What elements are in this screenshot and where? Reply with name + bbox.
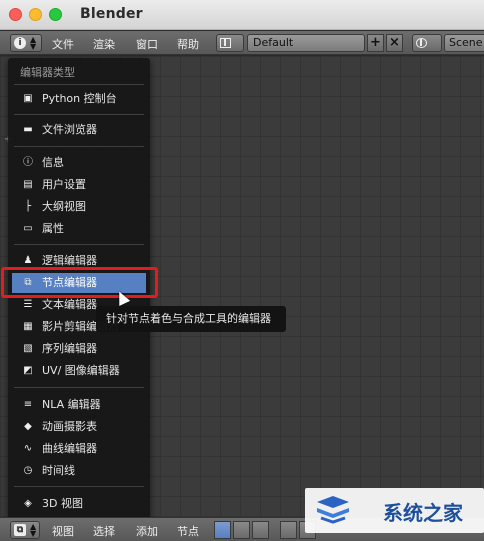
screen-layout-field[interactable]: Default [247, 34, 365, 52]
scene-field[interactable]: Scene [444, 34, 484, 52]
window-titlebar: Blender [0, 0, 484, 30]
sequence-editor-icon: ▧ [23, 343, 33, 354]
menu-separator [14, 146, 144, 147]
menu-render[interactable]: 渲染 [93, 36, 115, 52]
menu-item-graph-editor[interactable]: ∿ 曲线编辑器 [12, 439, 146, 459]
close-window-button[interactable] [9, 8, 22, 21]
outliner-icon: ├ [24, 201, 32, 212]
info-icon: ⓘ [23, 157, 33, 168]
object-shader-button[interactable] [280, 521, 297, 539]
menu-title: 编辑器类型 [20, 66, 75, 79]
view3d-icon: ◈ [24, 498, 32, 509]
text-editor-icon: ☰ [23, 299, 33, 310]
menu-file[interactable]: 文件 [52, 36, 74, 52]
menu-item-timeline[interactable]: ◷ 时间线 [12, 461, 146, 481]
menu-separator [14, 486, 144, 487]
menu-item-nla-editor[interactable]: ≡ NLA 编辑器 [12, 395, 146, 415]
menu-item-image-editor[interactable]: ◩ UV/ 图像编辑器 [12, 361, 146, 381]
menu-help[interactable]: 帮助 [177, 36, 199, 52]
menu-separator [14, 244, 144, 245]
menu-item-info[interactable]: ⓘ 信息 [12, 153, 146, 173]
updown-arrows-icon: ▲ ▼ [30, 522, 37, 538]
nla-icon: ≡ [23, 399, 33, 410]
menu-item-dopesheet[interactable]: ◆ 动画摄影表 [12, 417, 146, 437]
menu-item-python-console[interactable]: ▣ Python 控制台 [12, 89, 146, 109]
node-editor-icon: ⧉ [14, 524, 26, 536]
window-title: Blender [80, 6, 143, 22]
clip-editor-icon: ▦ [23, 321, 33, 332]
menu-window[interactable]: 窗口 [136, 36, 158, 52]
python-console-icon: ▣ [23, 93, 33, 104]
menu-separator [14, 114, 144, 115]
info-icon: i [14, 37, 26, 49]
updown-arrows-icon: ▲ ▼ [30, 35, 37, 51]
menu-separator [14, 84, 144, 85]
add-layout-button[interactable]: + [367, 34, 384, 52]
watermark-text: 系统之家 [383, 501, 463, 525]
menu-node[interactable]: 节点 [177, 523, 199, 539]
bottom-editor-type-button[interactable]: ⧉ ▲ ▼ [10, 521, 40, 539]
graph-editor-icon: ∿ [23, 443, 33, 454]
user-prefs-icon: ▤ [23, 179, 33, 190]
menu-item-outliner[interactable]: ├ 大纲视图 [12, 197, 146, 217]
shader-nodes-button[interactable] [214, 521, 231, 539]
menu-add[interactable]: 添加 [136, 523, 158, 539]
menu-select[interactable]: 选择 [93, 523, 115, 539]
menu-item-file-browser[interactable]: ▬ 文件浏览器 [12, 120, 146, 140]
watermark: 系统之家 [305, 488, 484, 533]
screen-layout-selector[interactable] [216, 34, 244, 52]
watermark-logo-icon [317, 496, 349, 524]
menu-view[interactable]: 视图 [52, 523, 74, 539]
info-header: i ▲ ▼ 文件 渲染 窗口 帮助 Default + × Scene [0, 31, 484, 55]
file-browser-icon: ▬ [23, 124, 33, 135]
logic-editor-icon: ♟ [23, 255, 33, 266]
texture-nodes-button[interactable] [252, 521, 269, 539]
maximize-window-button[interactable] [49, 8, 62, 21]
editor-type-button[interactable]: i ▲ ▼ [10, 34, 42, 52]
menu-item-3d-view[interactable]: ◈ 3D 视图 [12, 494, 146, 514]
highlight-box [1, 267, 158, 298]
properties-icon: ▭ [23, 223, 33, 234]
layout-grid-icon [220, 38, 231, 48]
menu-item-sequence-editor[interactable]: ▧ 序列编辑器 [12, 339, 146, 359]
menu-item-properties[interactable]: ▭ 属性 [12, 219, 146, 239]
tooltip: 针对节点着色与合成工具的编辑器 [96, 306, 286, 332]
timeline-icon: ◷ [23, 465, 33, 476]
minimize-window-button[interactable] [29, 8, 42, 21]
scene-icon [416, 38, 427, 48]
image-editor-icon: ◩ [23, 365, 33, 376]
dopesheet-icon: ◆ [24, 421, 32, 432]
compositing-nodes-button[interactable] [233, 521, 250, 539]
menu-item-user-prefs[interactable]: ▤ 用户设置 [12, 175, 146, 195]
scene-selector[interactable] [412, 34, 442, 52]
menu-separator [14, 387, 144, 388]
remove-layout-button[interactable]: × [386, 34, 403, 52]
